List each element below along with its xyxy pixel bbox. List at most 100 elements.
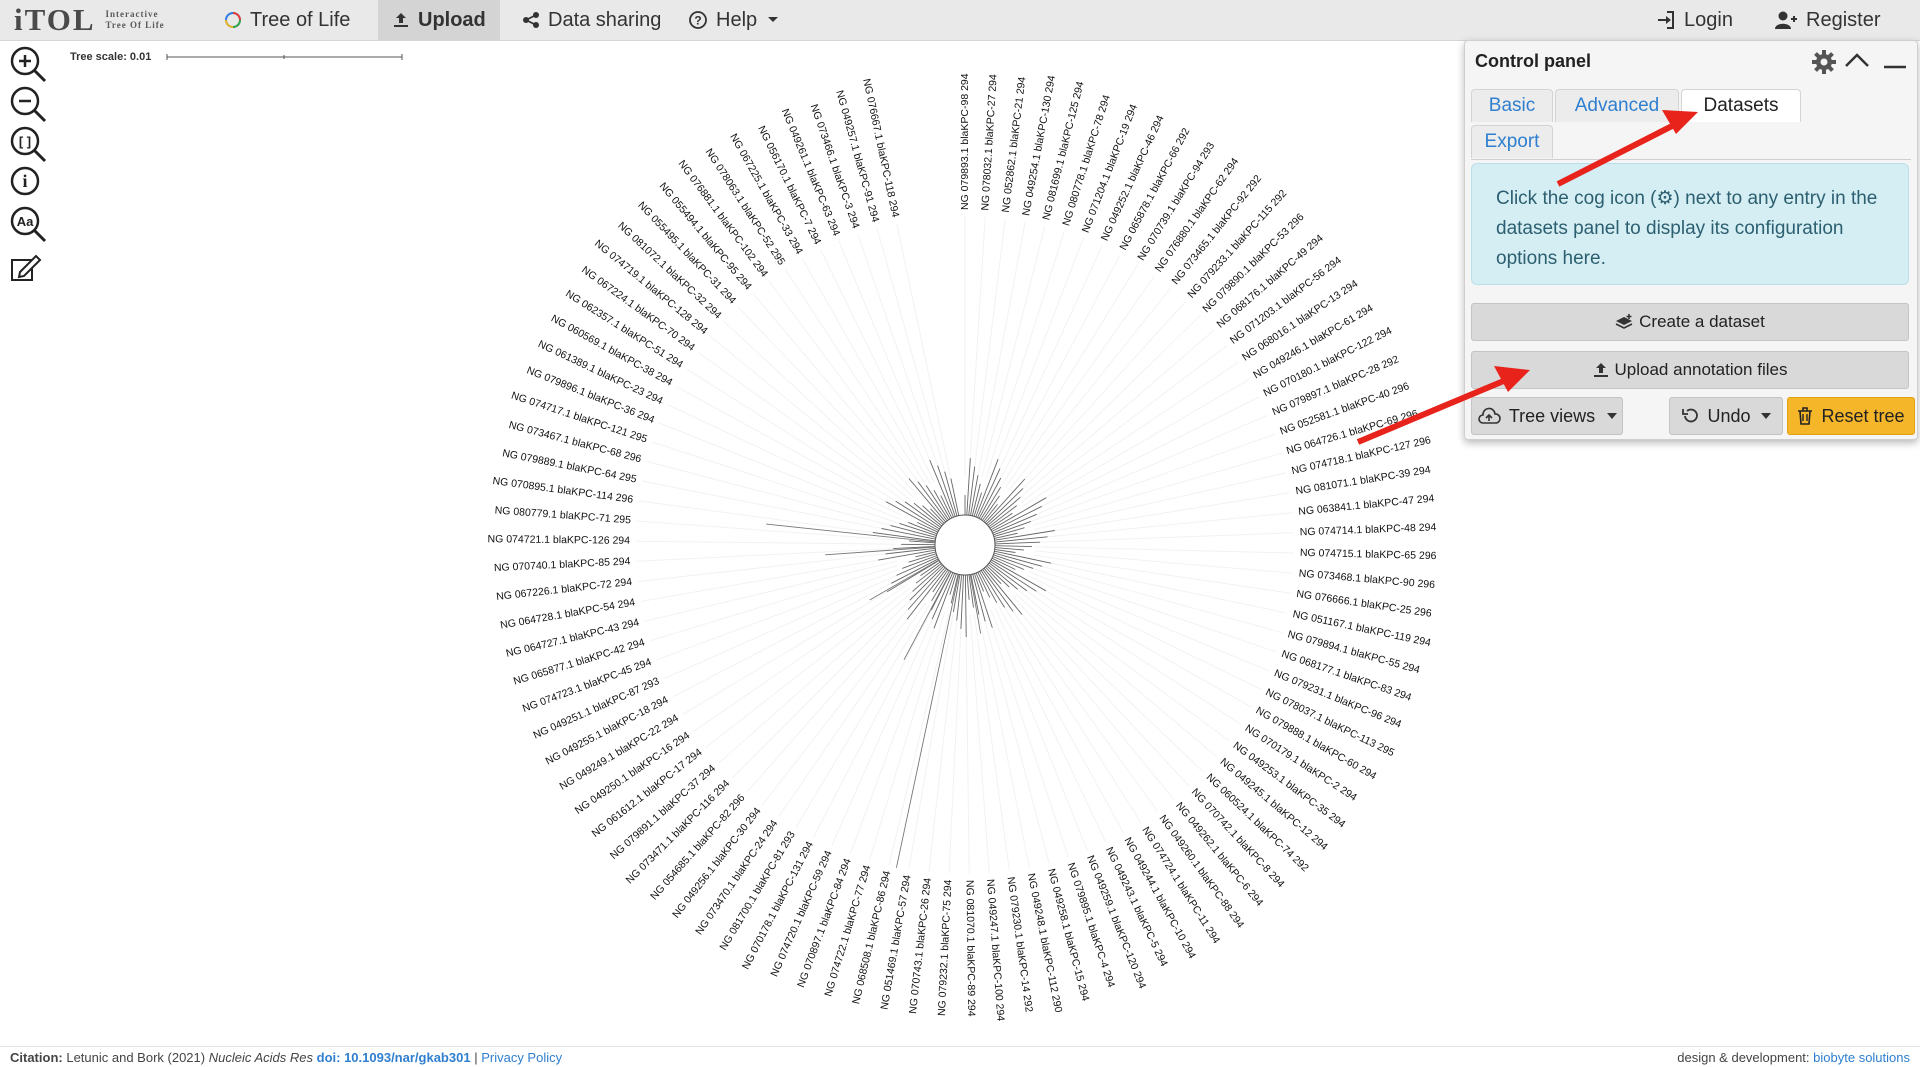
tree-branch (965, 575, 966, 637)
tree-branch (989, 506, 1017, 527)
leaf-guide-line (638, 553, 895, 582)
datasets-info-alert: Click the cog icon (⚙) next to any entry… (1471, 163, 1909, 285)
tree-branches (636, 216, 1294, 874)
leaf-guide-line (858, 234, 943, 479)
undo-dropdown[interactable]: Undo (1669, 397, 1783, 435)
caret-down-icon (1607, 413, 1617, 419)
reset-tree-button[interactable]: Reset tree (1787, 397, 1915, 435)
citation-journal: Nucleic Acids Res (209, 1050, 313, 1065)
nav-login-label: Login (1684, 9, 1733, 32)
leaf-guide-line (998, 255, 1120, 483)
biobyte-link[interactable]: biobyte solutions (1813, 1050, 1910, 1065)
tree-leaf-label[interactable]: NG 073468.1 blaKPC-90 296 (1298, 568, 1435, 592)
leaf-guide-line (683, 581, 905, 714)
leaf-guide-line (966, 615, 969, 874)
leaf-guide-line (909, 614, 953, 869)
tab-advanced[interactable]: Advanced (1555, 89, 1679, 122)
nav-register-label: Register (1806, 9, 1880, 32)
chevron-up-icon[interactable] (1843, 49, 1871, 76)
tree-branch (978, 572, 990, 597)
leaf-guide-line (653, 442, 899, 523)
tree-branch (995, 537, 1048, 542)
control-panel[interactable]: Control panel Basic Advanced Datasets E (1464, 40, 1918, 440)
leaf-guide-line (1003, 604, 1142, 823)
tree-branch (984, 568, 1022, 614)
tree-leaf-label[interactable]: NG 079893.1 blaKPC-98 294 (959, 73, 971, 210)
leaf-guide-line (839, 241, 938, 480)
tree-root-arc (935, 515, 995, 575)
phylogenetic-tree[interactable]: NG 079893.1 blaKPC-98 294 NG 078032.1 bla… (0, 0, 1460, 1040)
tab-datasets[interactable]: Datasets (1681, 89, 1801, 122)
tree-leaf-label[interactable]: NG 078032.1 blaKPC-27 294 (979, 74, 999, 211)
tree-leaf-label[interactable]: NG 074715.1 blaKPC-65 296 (1300, 547, 1437, 562)
leaf-guide-line (821, 249, 935, 482)
tree-leaf-labels: NG 079893.1 blaKPC-98 294 NG 078032.1 bla… (488, 73, 1437, 1021)
leaf-guide-line (641, 557, 896, 601)
tree-leaf-label[interactable]: NG 049247.1 blaKPC-100 294 (984, 879, 1007, 1022)
nav-login[interactable]: Login (1656, 0, 1733, 40)
leaf-guide-line (636, 541, 895, 544)
leaf-guide-line (991, 610, 1087, 850)
gear-icon[interactable] (1811, 49, 1837, 80)
create-dataset-button[interactable]: Create a dataset (1471, 303, 1909, 341)
leaf-guide-line (1032, 453, 1281, 525)
tree-leaf-label[interactable]: NG 074714.1 blaKPC-48 294 (1300, 521, 1437, 538)
tree-leaf-label[interactable]: NG 074721.1 blaKPC-126 294 (488, 533, 631, 547)
tree-branch (938, 466, 956, 517)
minimize-icon[interactable] (1881, 49, 1909, 76)
tree-branch (995, 546, 1032, 547)
tree-leaf-label[interactable]: NG 081070.1 blaKPC-89 294 (964, 880, 978, 1017)
control-panel-title: Control panel (1475, 51, 1591, 72)
tree-leaf-label[interactable]: NG 070740.1 blaKPC-85 294 (494, 555, 631, 574)
leaf-guide-line (974, 219, 1006, 476)
tree-leaf-label[interactable]: NG 067226.1 blaKPC-72 294 (496, 576, 633, 603)
leaf-guide-line (1034, 555, 1290, 593)
undo-icon (1681, 407, 1699, 425)
leaf-guide-line (1028, 397, 1259, 514)
leaf-guide-line (1026, 379, 1250, 509)
tree-long-branch (870, 560, 939, 600)
privacy-policy-link[interactable]: Privacy Policy (481, 1050, 562, 1065)
leaf-guide-line (949, 615, 962, 874)
tree-views-label: Tree views (1509, 406, 1595, 427)
doi-link[interactable]: doi: 10.1093/nar/gkab301 (317, 1050, 471, 1065)
tab-basic[interactable]: Basic (1471, 89, 1553, 122)
tree-long-branch (896, 574, 958, 868)
tree-views-dropdown[interactable]: Tree views (1471, 397, 1623, 435)
leaf-guide-line (636, 549, 895, 562)
nav-register[interactable]: Register (1774, 0, 1880, 40)
leaf-guide-line (995, 608, 1106, 842)
leaf-guide-line (647, 461, 898, 527)
leaf-guide-line (668, 405, 902, 516)
leaf-guide-line (785, 269, 926, 486)
tree-branch (983, 569, 1014, 611)
upload-annotation-files-button[interactable]: Upload annotation files (1471, 351, 1909, 389)
tree-leaf-label[interactable]: NG 070743.1 blaKPC-26 294 (907, 877, 934, 1014)
footer: Citation: Letunic and Bork (2021) Nuclei… (0, 1046, 1920, 1067)
tree-branch (961, 575, 964, 629)
control-panel-header[interactable]: Control panel (1465, 41, 1917, 81)
create-dataset-label: Create a dataset (1639, 312, 1765, 332)
tree-leaf-label[interactable]: NG 063841.1 blaKPC-47 294 (1298, 492, 1435, 517)
add-dataset-icon (1615, 314, 1633, 330)
leaf-guide-line (645, 561, 897, 621)
add-user-icon (1774, 10, 1798, 30)
leaf-guide-line (1035, 551, 1293, 573)
leaf-guide-line (987, 612, 1068, 858)
footer-credits: design & development: biobyte solutions (1677, 1050, 1910, 1065)
tree-branch (985, 479, 1025, 523)
footer-separator: | (474, 1050, 477, 1065)
tree-branch (995, 542, 1040, 544)
trash-icon (1797, 407, 1813, 425)
leaf-guide-line (1030, 572, 1269, 671)
leaf-guide-line (999, 606, 1124, 833)
tree-leaf-label[interactable]: NG 079232.1 blaKPC-75 294 (936, 879, 955, 1016)
login-icon (1656, 10, 1676, 30)
footer-citation: Citation: Letunic and Bork (2021) Nuclei… (10, 1050, 562, 1065)
tree-leaf-label[interactable]: NG 080779.1 blaKPC-71 295 (494, 504, 631, 526)
tab-export[interactable]: Export (1471, 125, 1553, 158)
leaf-guide-line (1002, 265, 1138, 486)
leaf-guide-line (814, 607, 933, 837)
upload-annotation-files-label: Upload annotation files (1615, 360, 1788, 380)
tree-branch (974, 574, 992, 628)
